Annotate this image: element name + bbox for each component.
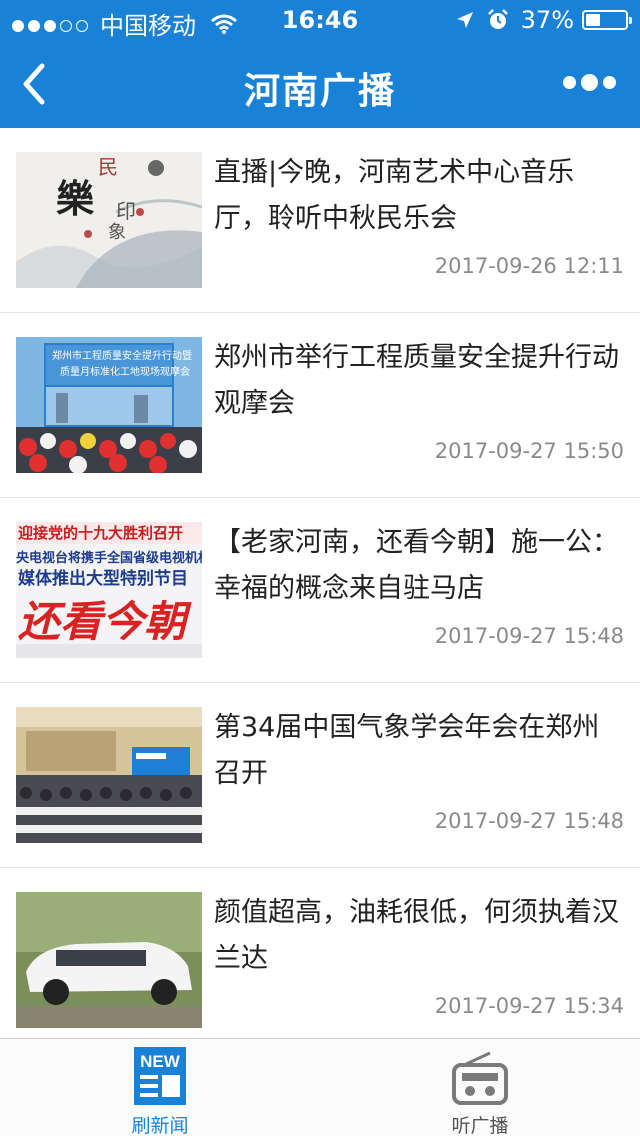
news-thumbnail bbox=[16, 892, 202, 1028]
more-dots-icon[interactable] bbox=[558, 74, 616, 91]
thumb-text: 质量月标准化工地现场观摩会 bbox=[60, 365, 190, 378]
page-title: 河南广播 bbox=[243, 71, 396, 112]
news-item[interactable]: 颜值超高，油耗很低，何须执着汉兰达 2017-09-27 15:34 bbox=[0, 868, 640, 1038]
thumb-text: 樂 bbox=[56, 179, 95, 221]
news-item[interactable]: 郑州市工程质量安全提升行动暨 质量月标准化工地现场观摩会 郑州市举行工程质量安全… bbox=[0, 313, 640, 498]
tab-news[interactable]: NEW 刷新闻 bbox=[0, 1039, 320, 1137]
news-item[interactable]: 迎接党的十九大胜利召开 央电视台将携手全国省级电视机构 媒体推出大型特别节目 还… bbox=[0, 498, 640, 683]
news-list: 民 樂 印 象 直播|今晚，河南艺术中心音乐厅，聆听中秋民乐会 2017-09-… bbox=[0, 128, 640, 1038]
tab-radio[interactable]: 听广播 bbox=[320, 1039, 640, 1137]
news-date: 2017-09-27 15:50 bbox=[434, 439, 624, 463]
news-date: 2017-09-27 15:34 bbox=[434, 994, 624, 1018]
radio-icon bbox=[452, 1051, 508, 1105]
news-icon: NEW bbox=[134, 1047, 186, 1105]
news-date: 2017-09-27 15:48 bbox=[434, 809, 624, 833]
tab-label: 听广播 bbox=[451, 1115, 509, 1137]
battery-percent: 37% bbox=[520, 6, 574, 34]
news-item[interactable]: 民 樂 印 象 直播|今晚，河南艺术中心音乐厅，聆听中秋民乐会 2017-09-… bbox=[0, 128, 640, 313]
thumb-text: 迎接党的十九大胜利召开 bbox=[18, 524, 183, 542]
thumb-text: 郑州市工程质量安全提升行动暨 bbox=[52, 349, 192, 362]
news-title: 郑州市举行工程质量安全提升行动观摩会 bbox=[214, 342, 619, 419]
news-title: 第34届中国气象学会年会在郑州召开 bbox=[214, 712, 600, 789]
news-thumbnail bbox=[16, 707, 202, 843]
news-title: 【老家河南，还看今朝】施一公：幸福的概念来自驻马店 bbox=[214, 527, 619, 604]
news-item[interactable]: 第34届中国气象学会年会在郑州召开 2017-09-27 15:48 bbox=[0, 683, 640, 868]
news-title: 直播|今晚，河南艺术中心音乐厅，聆听中秋民乐会 bbox=[214, 157, 575, 234]
news-icon-text: NEW bbox=[140, 1052, 181, 1071]
alarm-icon bbox=[487, 9, 508, 29]
status-right: 37% bbox=[455, 6, 632, 34]
news-date: 2017-09-27 15:48 bbox=[434, 624, 624, 648]
news-thumbnail: 迎接党的十九大胜利召开 央电视台将携手全国省级电视机构 媒体推出大型特别节目 还… bbox=[16, 522, 202, 658]
news-date: 2017-09-26 12:11 bbox=[434, 254, 624, 278]
thumb-text: 还看今朝 bbox=[18, 599, 192, 646]
news-title: 颜值超高，油耗很低，何须执着汉兰达 bbox=[214, 897, 619, 974]
thumb-text: 印 bbox=[116, 200, 136, 223]
location-icon bbox=[456, 12, 473, 28]
nav-bar: 河南广播 bbox=[0, 40, 640, 128]
thumb-text: 媒体推出大型特别节目 bbox=[18, 568, 188, 588]
status-bar: 中国移动 16:46 37% bbox=[0, 0, 640, 40]
thumb-text: 民 bbox=[98, 157, 118, 179]
thumb-text: 象 bbox=[108, 222, 126, 242]
thumb-text: 央电视台将携手全国省级电视机构 bbox=[16, 550, 202, 565]
app-header: 中国移动 16:46 37% 河南广播 bbox=[0, 0, 640, 128]
tab-bar: NEW 刷新闻 听广播 bbox=[0, 1038, 640, 1137]
news-thumbnail: 民 樂 印 象 bbox=[16, 152, 202, 288]
battery-icon bbox=[582, 10, 632, 30]
tab-label: 刷新闻 bbox=[131, 1115, 189, 1137]
news-thumbnail: 郑州市工程质量安全提升行动暨 质量月标准化工地现场观摩会 bbox=[16, 337, 202, 473]
